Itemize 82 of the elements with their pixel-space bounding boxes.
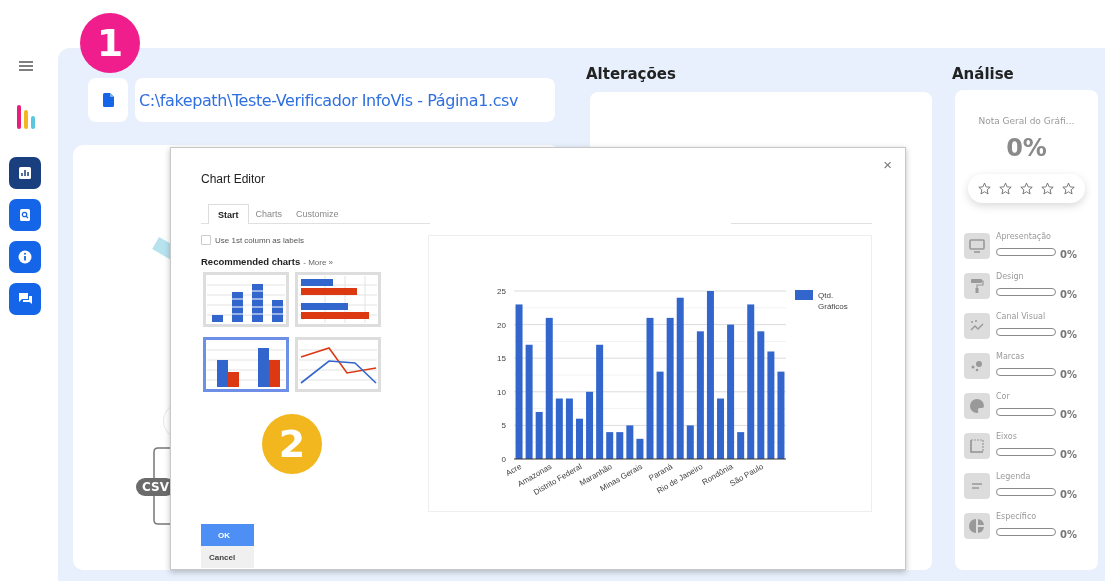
criterion-label: Design: [996, 271, 1025, 283]
criterion-label: Eixos: [996, 431, 1018, 443]
bar: [565, 398, 573, 459]
roller-icon: [964, 273, 990, 299]
bar: [576, 418, 583, 459]
y-tick-label: 0: [501, 455, 506, 464]
criterion-label: Específico: [996, 511, 1038, 523]
percent-value: 0%: [1060, 449, 1077, 460]
star-icon: [1062, 182, 1075, 195]
y-tick-label: 15: [497, 354, 506, 364]
cancel-button[interactable]: Cancel: [201, 546, 254, 568]
section-heading: Análise: [952, 65, 1015, 84]
chart-icon: [18, 166, 32, 180]
percent-value: 0%: [1060, 249, 1077, 260]
star-icon: [999, 182, 1012, 195]
percent-value: 0%: [1060, 409, 1077, 420]
tab[interactable]: Customize: [289, 204, 346, 223]
search-icon: [18, 208, 32, 222]
score-value: 0%: [1006, 134, 1047, 162]
bar-chart-thumbnail[interactable]: [295, 272, 381, 327]
axes-icon: [964, 433, 990, 459]
info-icon: [18, 250, 32, 264]
criterion-label: Cor: [996, 391, 1011, 403]
dialog-title: Chart Editor: [201, 172, 267, 186]
trend-icon: [964, 313, 990, 339]
star-icon: [978, 182, 991, 195]
score-label: Nota Geral do Gráfi…: [978, 116, 1075, 126]
criterion-label: Apresentação: [996, 231, 1052, 243]
nav-chat-button[interactable]: [9, 283, 41, 315]
bar: [626, 425, 634, 459]
checkbox[interactable]: [201, 235, 211, 245]
bar: [535, 411, 543, 459]
tab[interactable]: Charts: [248, 204, 290, 223]
bar: [717, 398, 724, 459]
step-badge: 1: [80, 13, 140, 73]
stacked-chart-thumbnail[interactable]: [203, 272, 289, 327]
percent-value: 0%: [1060, 369, 1077, 380]
bar: [555, 398, 563, 459]
y-tick-label: 20: [497, 320, 506, 330]
line-chart-thumbnail[interactable]: [295, 337, 381, 392]
y-tick-label: 5: [501, 421, 506, 431]
y-tick-label: 10: [497, 387, 506, 397]
bar: [586, 391, 594, 459]
legend-swatch: [795, 290, 813, 300]
dots-icon: [964, 353, 990, 379]
file-icon: [102, 93, 114, 107]
percent-value: 0%: [1060, 489, 1077, 500]
percent-value: 0%: [1060, 329, 1077, 340]
monitor-icon: [964, 233, 990, 259]
y-tick-label: 25: [497, 287, 506, 296]
palette-icon: [964, 393, 990, 419]
pie-icon: [964, 513, 990, 539]
nav-chart-button[interactable]: [9, 157, 41, 189]
legend-label: Qtd. Gráficos: [818, 291, 848, 311]
file-button[interactable]: [88, 78, 128, 122]
section-heading: Alterações: [586, 65, 677, 84]
ok-button[interactable]: OK: [201, 524, 254, 546]
criterion-label: Canal Visual: [996, 311, 1047, 323]
bar: [616, 432, 624, 459]
lines-icon: [964, 473, 990, 499]
nav-info-button[interactable]: [9, 241, 41, 273]
bar: [737, 432, 745, 459]
star-icon: [1020, 182, 1033, 195]
file-path-field[interactable]: C:\fakepath\Teste-Verificador InfoVis - Página1.csv: [135, 78, 555, 122]
menu-icon[interactable]: [19, 61, 33, 71]
column-chart-thumbnail[interactable]: [203, 337, 289, 392]
recommended-title: Recommended charts: [201, 256, 301, 267]
percent-value: 0%: [1060, 289, 1077, 300]
bar: [606, 432, 614, 459]
bar: [686, 425, 694, 459]
chat-icon: [17, 292, 33, 306]
criterion-label: Marcas: [996, 351, 1026, 363]
criterion-label: Legenda: [996, 471, 1032, 483]
tab[interactable]: Start: [208, 204, 249, 224]
percent-value: 0%: [1060, 529, 1077, 540]
nav-search-button[interactable]: [9, 199, 41, 231]
bar: [636, 438, 644, 459]
close-button[interactable]: ×: [881, 156, 894, 173]
logo-icon: [16, 105, 36, 129]
star-icon: [1041, 182, 1054, 195]
more-link[interactable]: - More »: [303, 258, 334, 267]
checkbox-label: Use 1st column as labels: [215, 235, 304, 245]
